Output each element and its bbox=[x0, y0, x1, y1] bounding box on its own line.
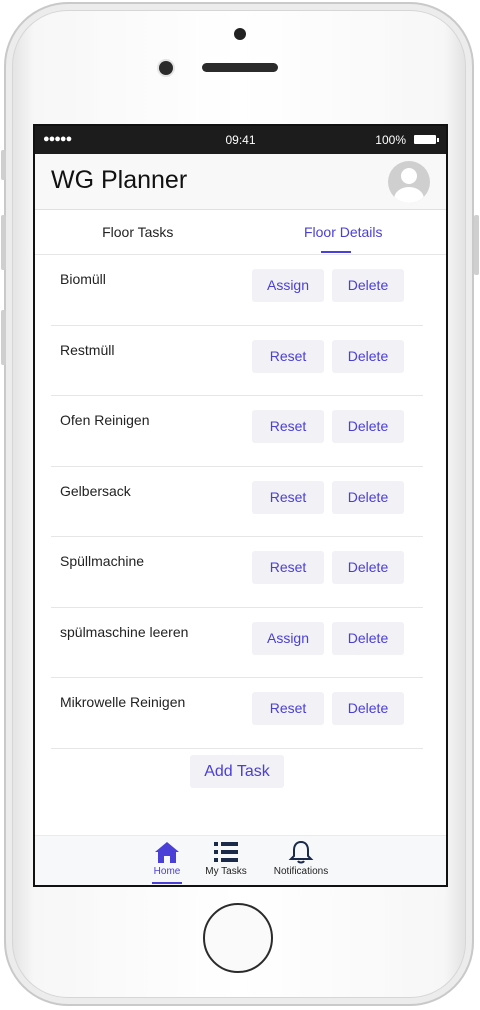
task-name: Restmüll bbox=[60, 341, 115, 358]
list-item: Spüllmachine Reset Delete bbox=[51, 537, 423, 608]
list-item: Restmüll Reset Delete bbox=[51, 326, 423, 396]
page-title: WG Planner bbox=[51, 166, 188, 194]
task-name: spülmaschine leeren bbox=[60, 623, 189, 640]
delete-button[interactable]: Delete bbox=[332, 269, 404, 302]
battery-icon bbox=[414, 135, 439, 144]
tab-active-indicator bbox=[321, 251, 351, 253]
delete-button[interactable]: Delete bbox=[332, 480, 404, 514]
volume-down-button bbox=[1, 310, 6, 365]
home-button[interactable] bbox=[203, 903, 273, 973]
reset-button[interactable]: Reset bbox=[252, 551, 324, 584]
task-name: Spüllmachine bbox=[60, 553, 145, 569]
task-list: Biomüll Assign Delete Restmüll Reset Del… bbox=[51, 255, 423, 749]
list-item: Biomüll Assign Delete bbox=[51, 255, 423, 326]
avatar[interactable] bbox=[388, 161, 430, 203]
list-item: Ofen Reinigen Reset Delete bbox=[51, 396, 423, 467]
front-camera bbox=[159, 61, 173, 75]
list-item: Mikrowelle Reinigen Reset Delete bbox=[51, 678, 423, 749]
task-name: Ofen Reinigen bbox=[60, 412, 150, 428]
delete-button[interactable]: Delete bbox=[332, 410, 404, 443]
earpiece-speaker bbox=[202, 63, 278, 72]
nav-home-label: Home bbox=[153, 866, 181, 877]
nav-my-tasks[interactable]: My Tasks bbox=[201, 840, 251, 877]
assign-button[interactable]: Assign bbox=[252, 269, 324, 302]
power-button bbox=[474, 215, 479, 275]
avatar-body bbox=[394, 187, 424, 203]
camera-dot bbox=[234, 28, 246, 40]
battery-percentage: 100% bbox=[375, 133, 406, 147]
tab-bar: Floor Tasks Floor Details bbox=[35, 210, 446, 255]
home-icon bbox=[155, 842, 179, 863]
volume-up-button bbox=[1, 215, 6, 270]
reset-button[interactable]: Reset bbox=[252, 410, 324, 443]
add-task-button[interactable]: Add Task bbox=[190, 755, 284, 788]
reset-button[interactable]: Reset bbox=[252, 339, 324, 373]
tab-floor-details[interactable]: Floor Details bbox=[241, 210, 447, 255]
delete-button[interactable]: Delete bbox=[332, 692, 404, 725]
nav-home[interactable]: Home bbox=[149, 840, 185, 877]
app-header: WG Planner bbox=[35, 154, 446, 210]
reset-button[interactable]: Reset bbox=[252, 692, 324, 725]
task-name: Gelbersack bbox=[60, 482, 131, 499]
reset-button[interactable]: Reset bbox=[252, 480, 324, 514]
list-icon bbox=[214, 842, 238, 862]
avatar-head bbox=[401, 168, 417, 184]
list-item: Gelbersack Reset Delete bbox=[51, 467, 423, 537]
delete-button[interactable]: Delete bbox=[332, 551, 404, 584]
delete-button[interactable]: Delete bbox=[332, 621, 404, 655]
assign-button[interactable]: Assign bbox=[252, 621, 324, 655]
list-item: spülmaschine leeren Assign Delete bbox=[51, 608, 423, 678]
status-bar: ●●●●● 09:41 100% bbox=[35, 126, 446, 154]
nav-my-tasks-label: My Tasks bbox=[205, 866, 247, 877]
task-name: Mikrowelle Reinigen bbox=[60, 694, 186, 710]
nav-notifications[interactable]: Notifications bbox=[268, 840, 334, 877]
mute-switch bbox=[1, 150, 6, 180]
delete-button[interactable]: Delete bbox=[332, 339, 404, 373]
screen: ●●●●● 09:41 100% WG Planner Floor Tasks … bbox=[33, 124, 448, 887]
nav-notifications-label: Notifications bbox=[273, 866, 329, 877]
bottom-nav: Home My Tasks Notifications bbox=[35, 835, 446, 885]
tab-floor-tasks[interactable]: Floor Tasks bbox=[35, 210, 241, 255]
task-name: Biomüll bbox=[60, 271, 106, 287]
nav-active-indicator bbox=[152, 882, 182, 884]
bell-icon bbox=[288, 840, 314, 864]
